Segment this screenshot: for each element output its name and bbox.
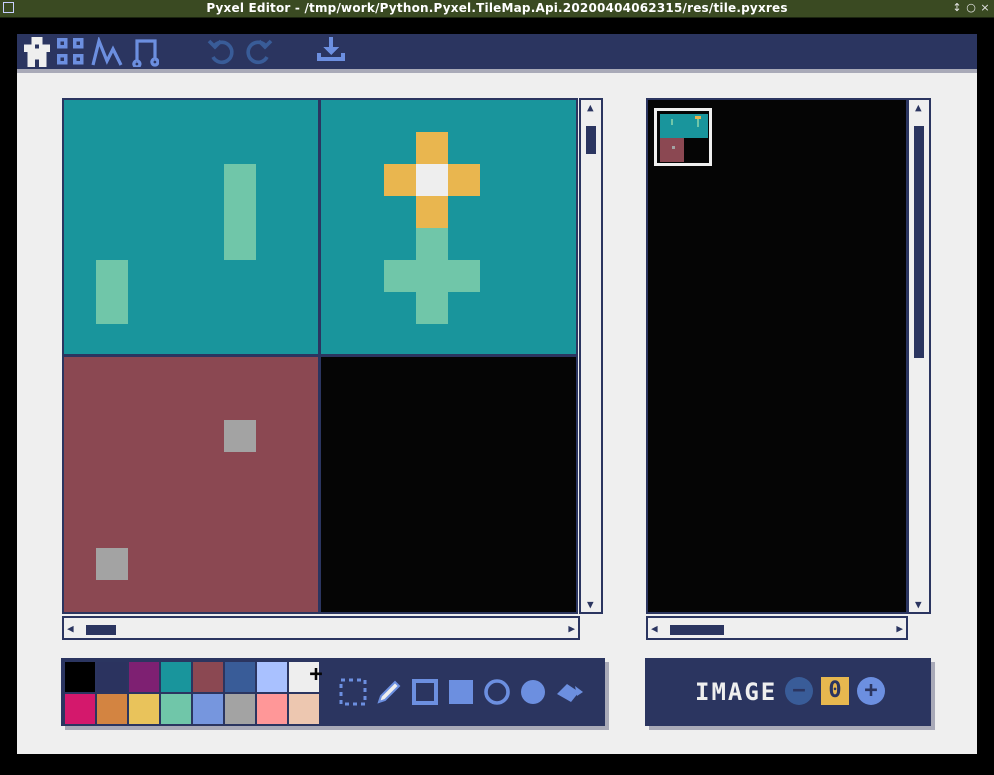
save-icon[interactable] bbox=[315, 37, 347, 67]
bucket-tool-icon[interactable] bbox=[555, 678, 585, 706]
undo-icon[interactable] bbox=[207, 37, 237, 67]
resize-icon[interactable]: ↕ bbox=[951, 1, 963, 15]
scroll-down-icon[interactable]: ▼ bbox=[587, 599, 594, 610]
rect-outline-tool-icon[interactable] bbox=[411, 678, 439, 706]
tile-teal-stripes bbox=[64, 100, 320, 356]
scroll-thumb[interactable] bbox=[914, 126, 924, 358]
overview-hscrollbar[interactable]: ◀ ▶ bbox=[646, 616, 908, 640]
overview-selection-frame[interactable] bbox=[654, 108, 712, 166]
image-selector-panel: IMAGE − 0 + bbox=[645, 658, 931, 726]
window-title: Pyxel Editor - /tmp/work/Python.Pyxel.Ti… bbox=[206, 1, 788, 15]
color-swatch[interactable] bbox=[129, 662, 159, 692]
select-tool-icon[interactable] bbox=[339, 678, 367, 706]
color-swatch[interactable] bbox=[97, 694, 127, 724]
circle-outline-tool-icon[interactable] bbox=[483, 678, 511, 706]
color-swatch[interactable] bbox=[161, 694, 191, 724]
color-swatch[interactable] bbox=[161, 662, 191, 692]
image-canvas-frame bbox=[62, 98, 578, 614]
scroll-thumb[interactable] bbox=[586, 126, 596, 154]
music-editor-icon[interactable] bbox=[129, 37, 159, 67]
color-swatch[interactable] bbox=[289, 694, 319, 724]
tile-flower bbox=[320, 100, 576, 356]
image-number-field: 0 bbox=[821, 677, 849, 705]
scroll-thumb[interactable] bbox=[86, 625, 116, 635]
scroll-left-icon[interactable]: ◀ bbox=[651, 623, 658, 634]
scroll-right-icon[interactable]: ▶ bbox=[896, 623, 903, 634]
sound-editor-icon[interactable] bbox=[91, 37, 123, 67]
scroll-right-icon[interactable]: ▶ bbox=[568, 623, 575, 634]
color-swatch[interactable] bbox=[97, 662, 127, 692]
color-swatch[interactable] bbox=[129, 694, 159, 724]
rect-fill-tool-icon[interactable] bbox=[447, 678, 475, 706]
scroll-left-icon[interactable]: ◀ bbox=[67, 623, 74, 634]
image-increment-button[interactable]: + bbox=[857, 677, 885, 705]
image-canvas[interactable] bbox=[64, 100, 576, 612]
pencil-tool-icon[interactable] bbox=[375, 678, 403, 706]
circle-fill-tool-icon[interactable] bbox=[519, 678, 547, 706]
color-swatch[interactable] bbox=[257, 662, 287, 692]
close-icon[interactable]: × bbox=[979, 1, 991, 15]
image-label: IMAGE bbox=[695, 678, 778, 706]
toolbar bbox=[17, 34, 977, 73]
image-editor-icon[interactable] bbox=[23, 37, 51, 67]
tilemap-editor-icon[interactable] bbox=[57, 37, 85, 67]
window-titlebar: Pyxel Editor - /tmp/work/Python.Pyxel.Ti… bbox=[0, 0, 994, 18]
scroll-thumb[interactable] bbox=[670, 625, 724, 635]
color-swatch[interactable] bbox=[225, 694, 255, 724]
image-overview-frame bbox=[646, 98, 908, 614]
scroll-down-icon[interactable]: ▼ bbox=[915, 599, 922, 610]
color-swatch[interactable] bbox=[193, 694, 223, 724]
color-swatch[interactable] bbox=[193, 662, 223, 692]
image-overview[interactable] bbox=[648, 100, 906, 612]
tile-empty bbox=[320, 356, 576, 612]
maximize-icon[interactable]: ○ bbox=[965, 1, 977, 15]
selected-color-marker: + bbox=[309, 662, 323, 687]
image-decrement-button[interactable]: − bbox=[785, 677, 813, 705]
pyxel-editor-app: ▲ ▼ ◀ ▶ ▲ ▼ ◀ ▶ + IMAGE − 0 + bbox=[17, 34, 977, 754]
color-swatch[interactable] bbox=[65, 694, 95, 724]
tile-brick bbox=[64, 356, 320, 612]
scroll-up-icon[interactable]: ▲ bbox=[915, 102, 922, 113]
canvas-hscrollbar[interactable]: ◀ ▶ bbox=[62, 616, 580, 640]
canvas-vscrollbar[interactable]: ▲ ▼ bbox=[579, 98, 603, 614]
color-swatch[interactable] bbox=[65, 662, 95, 692]
redo-icon[interactable] bbox=[243, 37, 273, 67]
color-swatch[interactable] bbox=[257, 694, 287, 724]
palette-panel: + bbox=[61, 658, 605, 726]
color-swatch[interactable] bbox=[225, 662, 255, 692]
overview-vscrollbar[interactable]: ▲ ▼ bbox=[907, 98, 931, 614]
tile-grid-line bbox=[64, 354, 576, 357]
scroll-up-icon[interactable]: ▲ bbox=[587, 102, 594, 113]
